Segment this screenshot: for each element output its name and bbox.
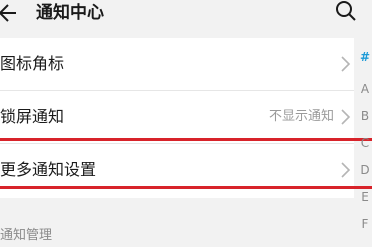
row-more-notification-settings[interactable]: 更多通知设置: [0, 144, 354, 196]
page-title: 通知中心: [36, 3, 104, 23]
settings-card: 图标角标 锁屏通知 不显示通知 更多通知设置: [0, 38, 354, 198]
row-label: 锁屏通知: [0, 107, 65, 126]
top-bar: 通知中心: [0, 0, 372, 34]
index-letter[interactable]: B: [358, 109, 372, 123]
section-header: 通知管理: [0, 228, 53, 243]
index-letter[interactable]: D: [358, 163, 372, 177]
index-letter[interactable]: A: [358, 82, 372, 96]
row-icon-badge[interactable]: 图标角标: [0, 38, 354, 90]
row-lockscreen-notification[interactable]: 锁屏通知 不显示通知: [0, 91, 354, 143]
arrow-left-icon[interactable]: [0, 2, 20, 24]
index-letter[interactable]: F: [358, 217, 372, 231]
chevron-right-icon: [341, 109, 351, 125]
index-letter[interactable]: C: [358, 136, 372, 150]
row-label: 更多通知设置: [0, 160, 97, 179]
row-label: 图标角标: [0, 54, 65, 73]
search-icon[interactable]: [335, 0, 357, 22]
chevron-right-icon: [341, 56, 351, 72]
index-letter[interactable]: E: [358, 190, 372, 204]
chevron-right-icon: [341, 162, 351, 178]
index-letter[interactable]: #: [358, 50, 372, 64]
row-value: 不显示通知: [268, 109, 334, 124]
